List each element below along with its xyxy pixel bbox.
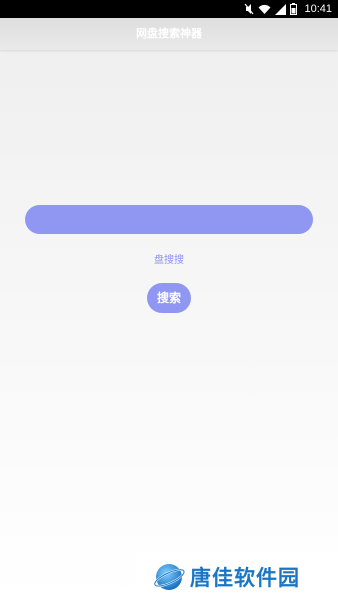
watermark: 唐佳软件园	[136, 553, 338, 600]
source-link[interactable]: 盘搜搜	[0, 251, 338, 266]
status-bar: 10:41	[0, 0, 338, 18]
signal-icon	[275, 3, 287, 15]
status-time: 10:41	[304, 3, 332, 15]
status-icons: 10:41	[244, 0, 332, 18]
search-button[interactable]: 搜索	[147, 283, 191, 313]
watermark-text: 唐佳软件园	[190, 565, 300, 590]
mute-icon	[244, 3, 254, 15]
search-input[interactable]	[25, 205, 313, 234]
watermark-logo-icon	[153, 563, 186, 590]
page-title: 网盘搜索神器	[136, 27, 202, 40]
battery-icon	[290, 3, 298, 15]
wifi-icon	[258, 4, 271, 15]
app-bar: 网盘搜索神器	[0, 18, 338, 50]
